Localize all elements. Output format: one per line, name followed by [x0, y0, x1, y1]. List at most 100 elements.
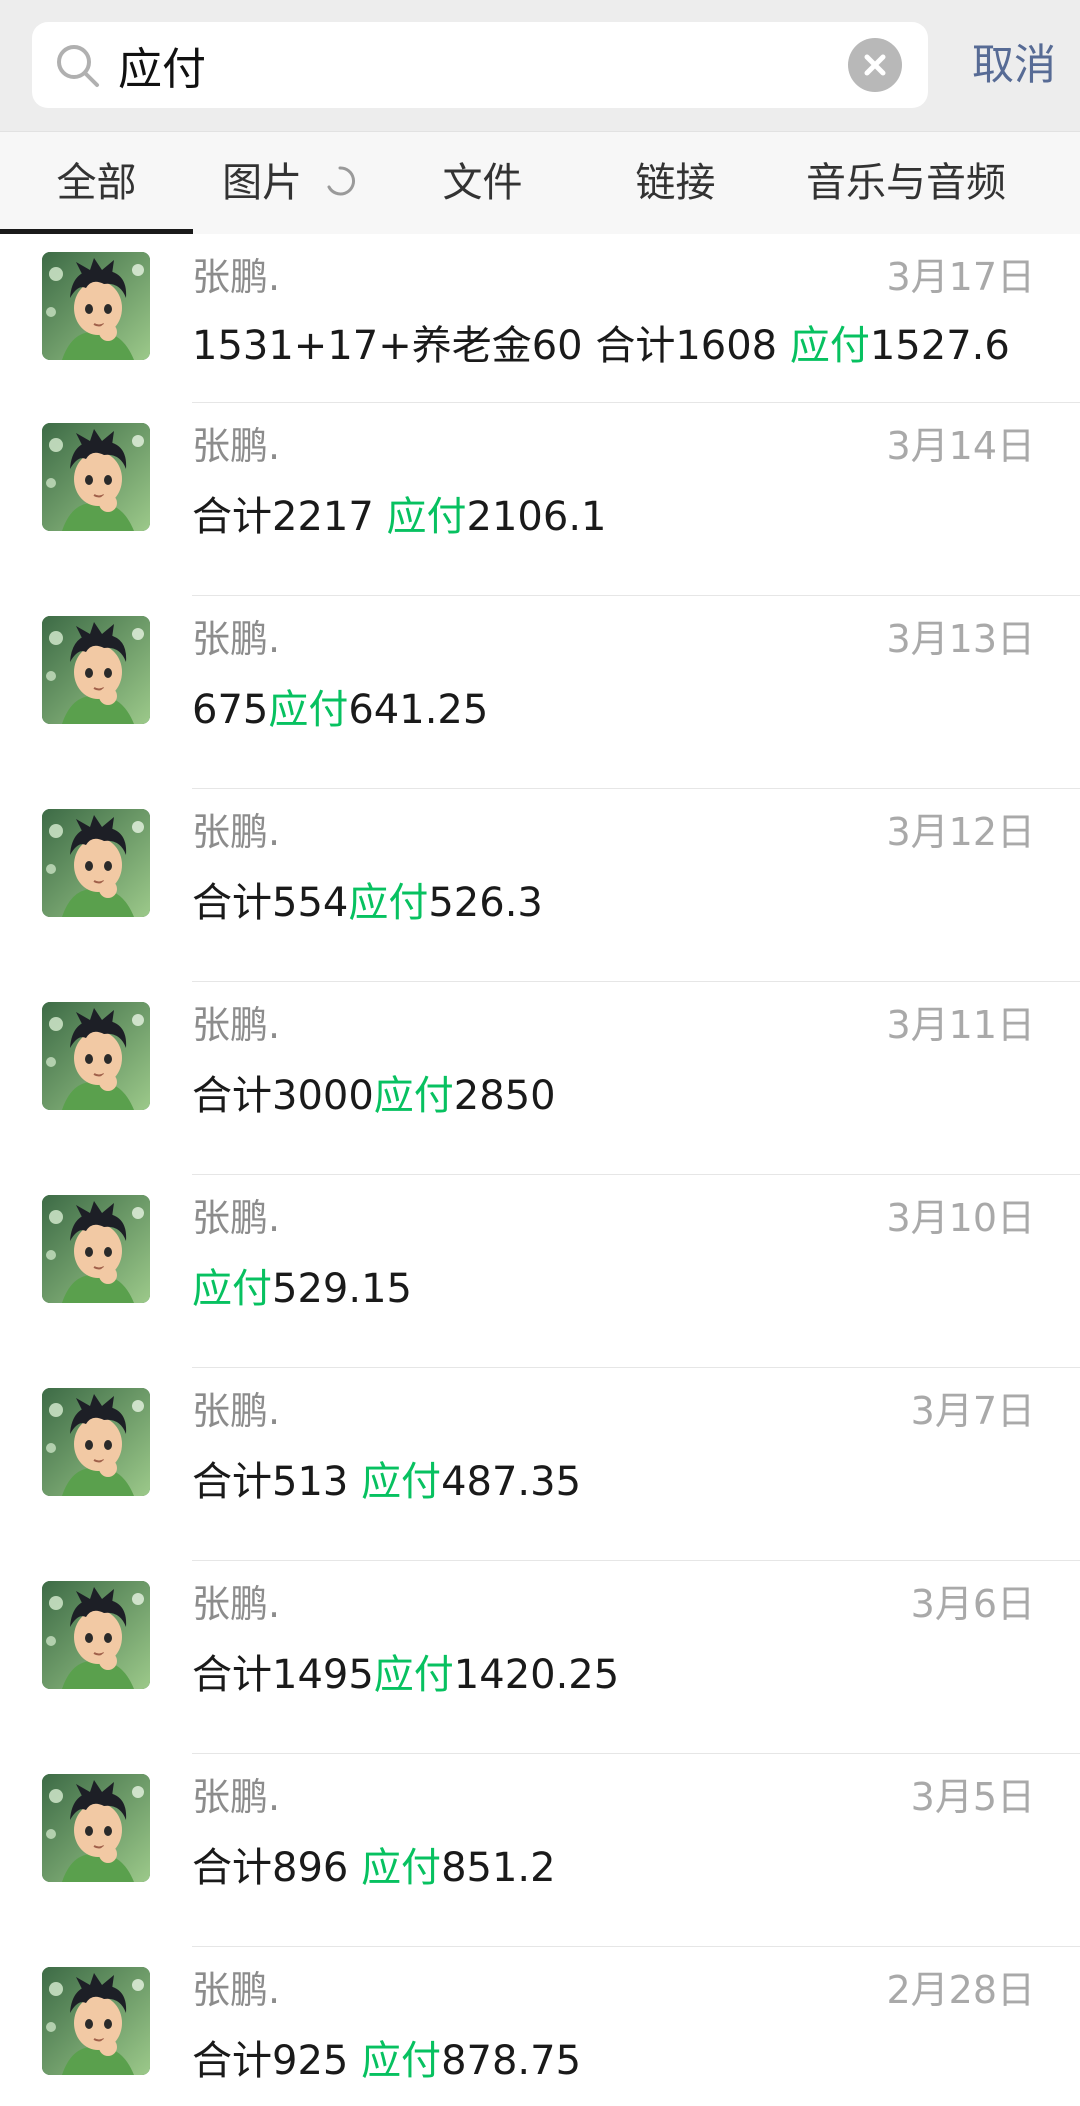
avatar-illustration — [42, 1967, 150, 2075]
snippet-prefix: 合计2217 — [192, 494, 387, 540]
avatar-illustration — [42, 616, 150, 724]
avatar — [42, 423, 150, 531]
sender-name: 张鹏. — [192, 1003, 281, 1047]
keyword-highlight: 应付 — [361, 2038, 442, 2084]
list-item[interactable]: 张鹏. 3月17日 1531+17+养老金60 合计1608 应付1527.6 — [0, 234, 1080, 403]
avatar-illustration — [42, 809, 150, 917]
category-tabs: 全部 图片 文件 链接 音乐与音频 — [0, 131, 1080, 234]
snippet-suffix: 878.75 — [441, 2038, 582, 2084]
message-snippet: 合计3000应付2850 — [192, 1068, 556, 1124]
list-item[interactable]: 张鹏. 3月13日 675应付641.25 — [0, 596, 1080, 789]
keyword-highlight: 应付 — [268, 687, 349, 733]
snippet-prefix: 1531+17+养老金60 合计1608 — [192, 323, 790, 369]
list-item[interactable]: 张鹏. 3月5日 合计896 应付851.2 — [0, 1754, 1080, 1947]
message-snippet: 合计554应付526.3 — [192, 875, 543, 931]
snippet-suffix: 2106.1 — [466, 494, 607, 540]
avatar — [42, 1388, 150, 1496]
tab-files[interactable]: 文件 — [386, 132, 579, 234]
avatar — [42, 1967, 150, 2075]
avatar-illustration — [42, 1195, 150, 1303]
avatar-illustration — [42, 423, 150, 531]
message-snippet: 1531+17+养老金60 合计1608 应付1527.6 — [192, 318, 1010, 374]
snippet-suffix: 487.35 — [441, 1459, 582, 1505]
sender-name: 张鹏. — [192, 810, 281, 854]
avatar — [42, 616, 150, 724]
tab-links[interactable]: 链接 — [579, 132, 772, 234]
message-date: 3月13日 — [886, 617, 1035, 661]
message-date: 3月10日 — [886, 1196, 1035, 1240]
sender-name: 张鹏. — [192, 1582, 281, 1626]
list-item[interactable]: 张鹏. 3月6日 合计1495应付1420.25 — [0, 1561, 1080, 1754]
sender-name: 张鹏. — [192, 1196, 281, 1240]
message-date: 3月11日 — [886, 1003, 1035, 1047]
message-date: 3月7日 — [910, 1389, 1035, 1433]
tab-music-audio[interactable]: 音乐与音频 — [772, 132, 1040, 234]
search-results-page: 取消 全部 图片 文件 链接 音乐与音频 张鹏. 3月17日 1531+17+ — [0, 0, 1080, 2106]
avatar — [42, 1581, 150, 1689]
snippet-suffix: 526.3 — [428, 880, 543, 926]
message-snippet: 应付529.15 — [192, 1261, 412, 1317]
avatar — [42, 252, 150, 360]
sender-name: 张鹏. — [192, 255, 281, 299]
avatar — [42, 1774, 150, 1882]
snippet-prefix: 合计513 — [192, 1459, 362, 1505]
clear-icon[interactable] — [848, 38, 902, 92]
message-snippet: 合计925 应付878.75 — [192, 2033, 581, 2089]
message-snippet: 合计2217 应付2106.1 — [192, 489, 606, 545]
avatar — [42, 1195, 150, 1303]
avatar-illustration — [42, 1002, 150, 1110]
message-date: 3月17日 — [886, 255, 1035, 299]
keyword-highlight: 应付 — [373, 1652, 454, 1698]
search-input[interactable] — [118, 22, 838, 108]
snippet-suffix: 641.25 — [348, 687, 489, 733]
snippet-prefix: 675 — [192, 687, 269, 733]
avatar-illustration — [42, 252, 150, 360]
avatar — [42, 1002, 150, 1110]
message-date: 3月5日 — [910, 1775, 1035, 1819]
avatar-illustration — [42, 1581, 150, 1689]
results-list: 张鹏. 3月17日 1531+17+养老金60 合计1608 应付1527.6 … — [0, 234, 1080, 2106]
snippet-suffix: 529.15 — [272, 1266, 412, 1312]
tab-all-label: 全部 — [56, 160, 137, 206]
sender-name: 张鹏. — [192, 617, 281, 661]
message-date: 3月14日 — [886, 424, 1035, 468]
list-item[interactable]: 张鹏. 3月11日 合计3000应付2850 — [0, 982, 1080, 1175]
keyword-highlight: 应付 — [361, 1459, 442, 1505]
snippet-suffix: 2850 — [453, 1073, 556, 1119]
tab-music-audio-label: 音乐与音频 — [806, 160, 1006, 206]
cancel-button[interactable]: 取消 — [958, 22, 1070, 108]
keyword-highlight: 应付 — [348, 880, 429, 926]
tab-images[interactable]: 图片 — [193, 132, 386, 234]
message-snippet: 合计1495应付1420.25 — [192, 1647, 619, 1703]
snippet-prefix: 合计896 — [192, 1845, 362, 1891]
sender-name: 张鹏. — [192, 1968, 281, 2012]
avatar — [42, 809, 150, 917]
sender-name: 张鹏. — [192, 1775, 281, 1819]
message-snippet: 合计896 应付851.2 — [192, 1840, 556, 1896]
snippet-prefix: 合计3000 — [192, 1073, 374, 1119]
snippet-suffix: 851.2 — [441, 1845, 556, 1891]
message-date: 3月12日 — [886, 810, 1035, 854]
snippet-suffix: 1527.6 — [869, 323, 1010, 369]
message-date: 2月28日 — [886, 1968, 1035, 2012]
list-item[interactable]: 张鹏. 3月14日 合计2217 应付2106.1 — [0, 403, 1080, 596]
avatar-illustration — [42, 1774, 150, 1882]
message-snippet: 合计513 应付487.35 — [192, 1454, 581, 1510]
tab-files-label: 文件 — [442, 160, 523, 206]
message-date: 3月6日 — [910, 1582, 1035, 1626]
snippet-prefix: 合计925 — [192, 2038, 362, 2084]
search-icon — [57, 45, 99, 87]
keyword-highlight: 应付 — [361, 1845, 442, 1891]
keyword-highlight: 应付 — [192, 1266, 272, 1312]
search-box[interactable] — [32, 22, 928, 108]
list-item[interactable]: 张鹏. 3月12日 合计554应付526.3 — [0, 789, 1080, 982]
search-header: 取消 — [0, 0, 1080, 131]
sender-name: 张鹏. — [192, 424, 281, 468]
list-item[interactable]: 张鹏. 3月7日 合计513 应付487.35 — [0, 1368, 1080, 1561]
list-item[interactable]: 张鹏. 3月10日 应付529.15 — [0, 1175, 1080, 1368]
tab-all[interactable]: 全部 — [0, 132, 193, 234]
list-item[interactable]: 张鹏. 2月28日 合计925 应付878.75 — [0, 1947, 1080, 2106]
keyword-highlight: 应付 — [373, 1073, 454, 1119]
message-snippet: 675应付641.25 — [192, 682, 488, 738]
loading-icon — [327, 166, 355, 196]
